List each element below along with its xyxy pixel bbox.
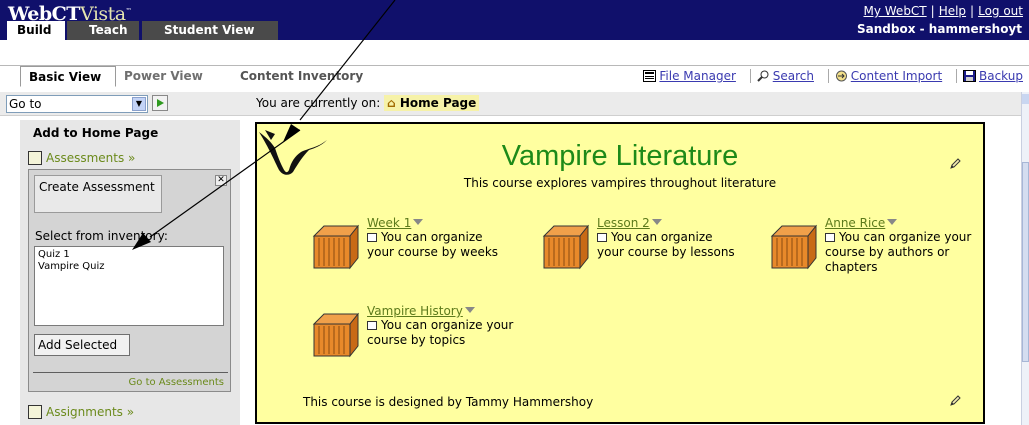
search-link[interactable]: Search (773, 69, 814, 83)
description-icon (367, 321, 377, 330)
folder-icon (312, 312, 360, 358)
folder-vampire-history[interactable]: Vampire History You can organize your co… (310, 304, 530, 374)
tab-basic-view[interactable]: Basic View (20, 66, 116, 87)
add-to-home-page-panel: Add to Home Page Assessments » Create As… (20, 120, 240, 425)
goto-select[interactable]: Go to ▼ (6, 95, 148, 113)
create-assessment-button[interactable]: Create Assessment (34, 175, 162, 213)
tab-content-inventory[interactable]: Content Inventory (240, 66, 363, 86)
assessments-box: Create Assessment ✕ Select from inventor… (28, 169, 231, 392)
folder-title: Anne Rice (825, 216, 886, 230)
folder-icon (312, 224, 360, 270)
vertical-scrollbar[interactable] (1021, 92, 1029, 425)
assessments-link-label: Assessments » (46, 151, 136, 165)
folder-link-anne-rice[interactable]: Anne Rice (825, 216, 898, 230)
course-name: Sandbox - hammershoyt (857, 22, 1022, 36)
my-webct-link[interactable]: My WebCT (864, 4, 927, 18)
go-to-assessments-link[interactable]: Go to Assessments (129, 377, 224, 388)
logo-trademark: ™ (125, 7, 132, 15)
folder-lesson-2[interactable]: Lesson 2 You can organize your course by… (540, 216, 740, 286)
course-description: This course explores vampires throughout… (463, 176, 777, 190)
folder-title: Week 1 (367, 216, 412, 230)
content-import-link[interactable]: Content Import (851, 69, 942, 83)
divider (33, 372, 228, 373)
sub-navigation (0, 40, 1029, 66)
list-item[interactable]: Vampire Quiz (38, 261, 220, 273)
goto-select-value: Go to (9, 97, 42, 111)
course-footer: This course is designed by Tammy Hammers… (303, 395, 594, 409)
edit-pencil-icon[interactable] (948, 394, 962, 408)
folder-description-text: You can organize your course by lessons (597, 230, 735, 259)
panel-title: Add to Home Page (33, 126, 159, 140)
logout-link[interactable]: Log out (978, 4, 1023, 18)
top-links: My WebCT | Help | Log out (864, 4, 1024, 18)
folder-description: You can organize your course by weeks (367, 230, 507, 260)
file-manager-icon (643, 70, 657, 82)
file-manager-link[interactable]: File Manager (659, 69, 736, 83)
goto-go-button[interactable] (152, 95, 168, 111)
assessments-link[interactable]: Assessments » (28, 151, 135, 165)
goto-bar: Go to ▼ You are currently on: ⌂ Home Pag… (0, 92, 1029, 116)
folder-description: You can organize your course by lessons (597, 230, 737, 260)
chevron-down-icon[interactable] (413, 219, 424, 225)
folder-link-lesson-2[interactable]: Lesson 2 (597, 216, 662, 230)
scroll-up-arrow[interactable] (1022, 94, 1029, 104)
content-import-icon (835, 70, 847, 82)
chevron-down-icon[interactable]: ▼ (132, 97, 146, 111)
tab-teach[interactable]: Teach (67, 21, 139, 40)
tab-power-view[interactable]: Power View (124, 66, 203, 86)
home-page-content: Vampire Literature This course explores … (255, 122, 985, 424)
search-icon (757, 70, 769, 82)
file-manager-tool[interactable]: File Manager (637, 69, 739, 83)
folder-week-1[interactable]: Week 1 You can organize your course by w… (310, 216, 510, 286)
folder-description: You can organize your course by authors … (825, 230, 975, 275)
breadcrumb-prefix: You are currently on: (256, 96, 381, 110)
course-title: Vampire Literature (501, 140, 739, 172)
assignment-icon (28, 405, 42, 419)
breadcrumb-current-label: Home Page (399, 96, 477, 110)
folder-description-text: You can organize your course by topics (367, 318, 514, 347)
inventory-label: Select from inventory: (35, 229, 168, 243)
folder-description: You can organize your course by topics (367, 318, 527, 348)
top-header-bar: WebCTVista™ My WebCT | Help | Log out Sandbo… (0, 0, 1029, 40)
content-import-tool[interactable]: Content Import (827, 69, 946, 83)
inventory-list[interactable]: Quiz 1 Vampire Quiz (34, 246, 224, 326)
description-icon (367, 233, 377, 242)
list-item[interactable]: Quiz 1 (38, 249, 220, 261)
assessment-icon (28, 151, 42, 165)
home-icon: ⌂ (387, 96, 396, 110)
add-selected-button[interactable]: Add Selected (34, 334, 130, 356)
toolbar: File Manager Search Content Import Backu… (627, 69, 1023, 83)
folder-description-text: You can organize your course by authors … (825, 230, 972, 274)
folder-link-vampire-history[interactable]: Vampire History (367, 304, 475, 318)
folder-anne-rice[interactable]: Anne Rice You can organize your course b… (768, 216, 978, 286)
backup-link[interactable]: Backup (979, 69, 1023, 83)
breadcrumb-current: ⌂ Home Page (384, 95, 480, 111)
folder-title: Lesson 2 (597, 216, 650, 230)
assignments-link[interactable]: Assignments » (28, 405, 134, 419)
description-icon (825, 233, 835, 242)
tab-build[interactable]: Build (7, 21, 65, 40)
assignments-link-label: Assignments » (46, 405, 135, 419)
folder-icon (542, 224, 590, 270)
description-icon (597, 233, 607, 242)
edit-pencil-icon[interactable] (948, 157, 962, 171)
search-tool[interactable]: Search (749, 69, 818, 83)
help-link[interactable]: Help (939, 4, 966, 18)
folder-title: Vampire History (367, 304, 463, 318)
chevron-down-icon[interactable] (464, 307, 475, 313)
breadcrumb: You are currently on: ⌂ Home Page (256, 95, 480, 111)
folder-icon (770, 224, 818, 270)
folder-description-text: You can organize your course by weeks (367, 230, 499, 259)
close-icon[interactable]: ✕ (215, 175, 227, 186)
tab-student-view[interactable]: Student View (142, 21, 278, 40)
link-separator: | (930, 4, 935, 18)
folder-link-week-1[interactable]: Week 1 (367, 216, 424, 230)
backup-icon (963, 70, 976, 82)
link-separator: | (970, 4, 975, 18)
chevron-down-icon[interactable] (651, 219, 662, 225)
chevron-down-icon[interactable] (887, 219, 898, 225)
backup-tool[interactable]: Backup (956, 69, 1023, 83)
scroll-thumb[interactable] (1022, 162, 1029, 362)
